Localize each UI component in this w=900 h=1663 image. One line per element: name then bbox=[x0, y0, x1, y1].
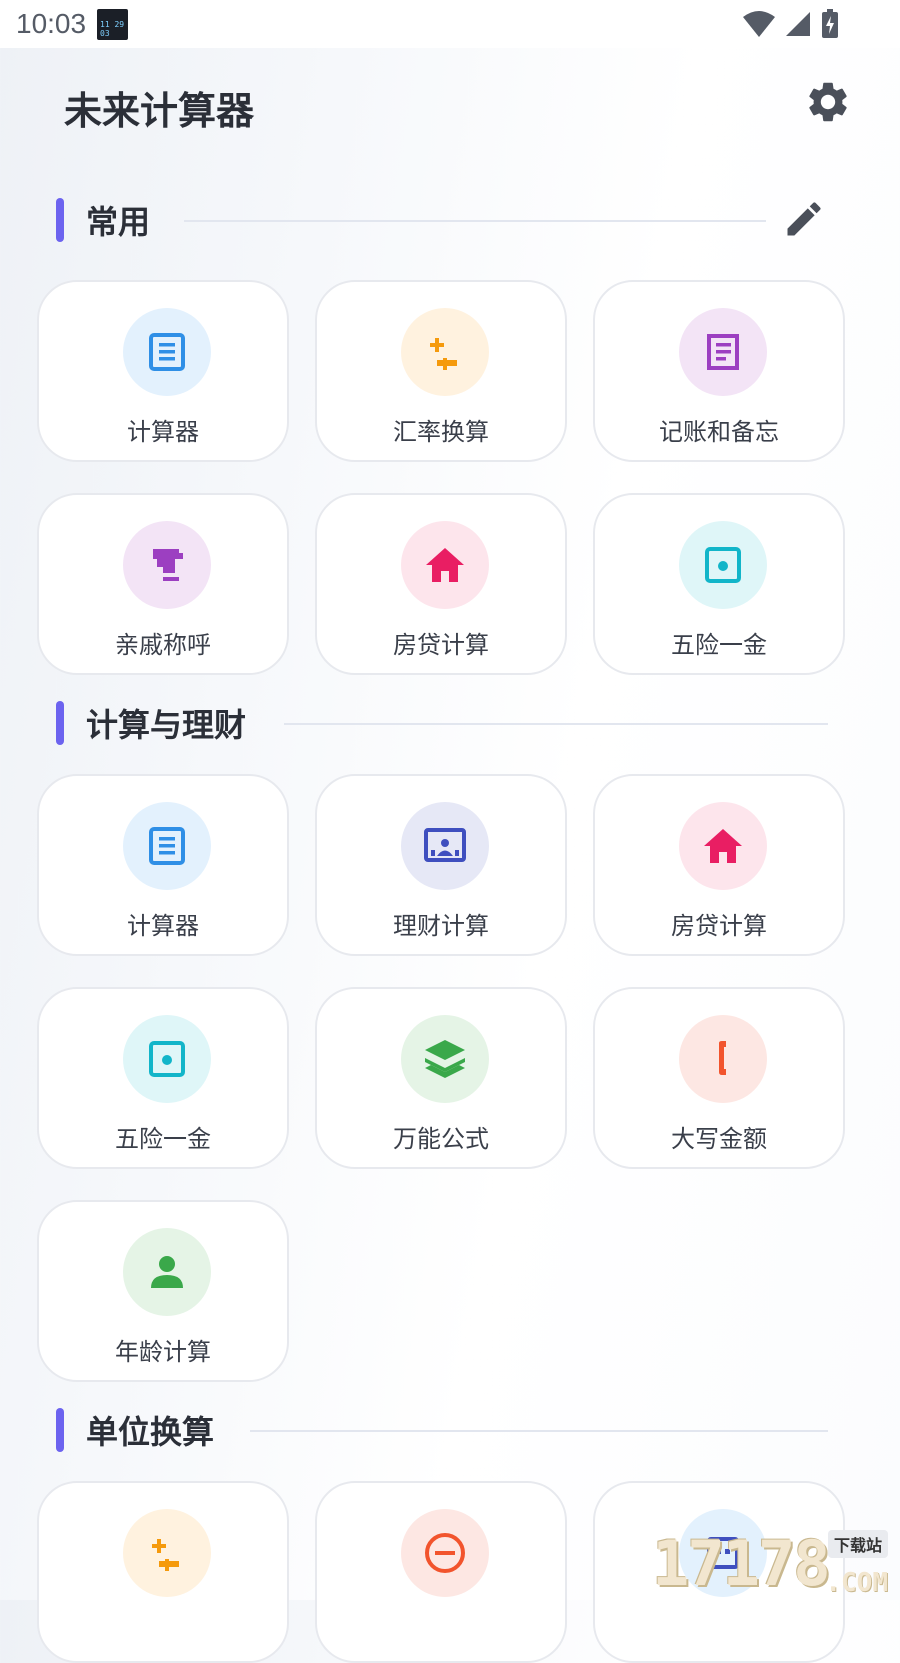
section-title: 常用 bbox=[86, 203, 151, 241]
tile-icon-circle bbox=[401, 802, 489, 890]
tile-formulas[interactable]: 万能公式 bbox=[315, 987, 567, 1169]
tile-mortgage[interactable]: 房贷计算 bbox=[593, 774, 845, 956]
tile-icon-circle bbox=[679, 521, 767, 609]
tile-relatives[interactable]: 亲戚称呼 bbox=[37, 493, 289, 675]
person-icon bbox=[151, 1256, 183, 1288]
tile-label: 房贷计算 bbox=[393, 631, 489, 659]
section-title: 计算与理财 bbox=[86, 706, 247, 744]
tile-icon-circle bbox=[123, 1228, 211, 1316]
tile-age-calc[interactable]: 年龄计算 bbox=[37, 1200, 289, 1382]
tile-mortgage[interactable]: 房贷计算 bbox=[315, 493, 567, 675]
presentation-board-icon bbox=[424, 828, 466, 862]
tile-label: 大写金额 bbox=[671, 1125, 767, 1153]
tile-insurance[interactable]: 五险一金 bbox=[37, 987, 289, 1169]
tile-capital-amount[interactable]: 大写金额 bbox=[593, 987, 845, 1169]
tile-icon-circle bbox=[123, 1015, 211, 1103]
settings-button[interactable] bbox=[804, 78, 852, 126]
section-title: 单位换算 bbox=[86, 1413, 215, 1451]
plus-minus-icon bbox=[152, 1539, 179, 1571]
section-divider bbox=[284, 723, 828, 725]
tile-icon-circle bbox=[123, 802, 211, 890]
plus-minus-icon bbox=[430, 338, 457, 370]
status-time: 10:03 bbox=[16, 8, 87, 39]
tile-icon-circle bbox=[123, 308, 211, 396]
section-accent-bar bbox=[56, 701, 64, 745]
house-icon bbox=[426, 548, 464, 582]
family-tree-icon bbox=[153, 549, 183, 581]
gear-icon bbox=[809, 82, 847, 122]
battery-charging-icon bbox=[822, 9, 838, 38]
app-header: 未来计算器 bbox=[0, 48, 900, 158]
tile-label: 万能公式 bbox=[393, 1125, 489, 1153]
tile-label: 五险一金 bbox=[115, 1125, 211, 1153]
cellular-signal-icon bbox=[786, 12, 810, 36]
tile-calculator[interactable]: 计算器 bbox=[37, 774, 289, 956]
tile-label: 记账和备忘 bbox=[659, 418, 779, 446]
tile-insurance[interactable]: 五险一金 bbox=[593, 493, 845, 675]
tile-label: 亲戚称呼 bbox=[115, 631, 211, 659]
document-list-icon bbox=[149, 827, 185, 865]
safe-box-icon bbox=[149, 1041, 185, 1077]
tile-calculator[interactable]: 计算器 bbox=[37, 280, 289, 462]
section-header-finance: 计算与理财 bbox=[56, 698, 846, 748]
tile-icon-circle bbox=[123, 1509, 211, 1597]
safe-box-icon bbox=[705, 547, 741, 583]
house-icon bbox=[704, 829, 742, 863]
tile-bookkeeping[interactable]: 记账和备忘 bbox=[593, 280, 845, 462]
app-title: 未来计算器 bbox=[64, 89, 255, 133]
tile-icon-circle bbox=[401, 521, 489, 609]
status-bar: 10:03 11 29 03 bbox=[0, 0, 900, 48]
tile-investment[interactable]: 理财计算 bbox=[315, 774, 567, 956]
tile-icon-circle bbox=[401, 1509, 489, 1597]
tile-icon-circle bbox=[401, 1015, 489, 1103]
tile-unit-conversion-1[interactable] bbox=[37, 1481, 289, 1663]
document-list-icon bbox=[149, 333, 185, 371]
layers-icon bbox=[425, 1040, 465, 1078]
watermark-com: .COM bbox=[825, 1568, 888, 1598]
tile-icon-circle bbox=[679, 802, 767, 890]
tile-label: 汇率换算 bbox=[393, 418, 489, 446]
tile-label: 五险一金 bbox=[671, 631, 767, 659]
watermark-digits: 17178 bbox=[652, 1527, 831, 1600]
watermark-logo: 17178 下载站 .COM bbox=[652, 1527, 888, 1600]
tile-label: 房贷计算 bbox=[671, 912, 767, 940]
section-accent-bar bbox=[56, 1408, 64, 1452]
tile-icon-circle bbox=[401, 308, 489, 396]
section-header-common: 常用 bbox=[56, 195, 846, 245]
tile-icon-circle bbox=[679, 308, 767, 396]
section-accent-bar bbox=[56, 198, 64, 242]
watermark-tag: 下载站 bbox=[827, 1530, 888, 1558]
tile-unit-conversion-2[interactable] bbox=[315, 1481, 567, 1663]
section-divider bbox=[184, 220, 766, 222]
wifi-icon bbox=[743, 11, 775, 37]
thermometer-icon bbox=[719, 1041, 726, 1075]
section-divider bbox=[250, 1430, 828, 1432]
tile-exchange-rate[interactable]: 汇率换算 bbox=[315, 280, 567, 462]
tile-label: 计算器 bbox=[127, 418, 199, 446]
pencil-icon bbox=[787, 202, 821, 236]
notebook-icon bbox=[707, 334, 739, 370]
notification-thumbnail-icon: 11 29 03 bbox=[97, 9, 128, 40]
tile-label: 理财计算 bbox=[393, 912, 489, 940]
tile-label: 计算器 bbox=[127, 912, 199, 940]
section-header-units: 单位换算 bbox=[56, 1405, 846, 1455]
tile-icon-circle bbox=[679, 1015, 767, 1103]
thumbnail-text: 11 29 03 bbox=[100, 20, 125, 38]
status-icons bbox=[742, 8, 840, 40]
tile-icon-circle bbox=[123, 521, 211, 609]
edit-button[interactable] bbox=[782, 197, 826, 241]
minus-circle-icon bbox=[425, 1533, 465, 1573]
tile-label: 年龄计算 bbox=[115, 1338, 211, 1366]
